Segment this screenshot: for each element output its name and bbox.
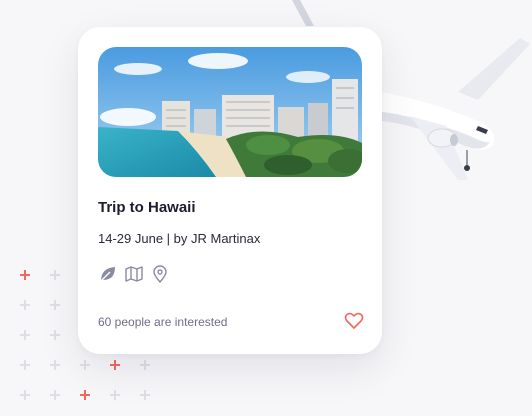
map-icon	[125, 266, 143, 282]
plus-icon	[50, 270, 60, 280]
plus-icon	[140, 390, 150, 400]
trip-card[interactable]: Trip to Hawaii 14-29 June | by JR Martin…	[78, 27, 382, 354]
plus-icon	[50, 390, 60, 400]
plus-icon	[80, 390, 90, 400]
plus-icon	[110, 360, 120, 370]
interested-count: 60 people are interested	[98, 315, 228, 329]
leaf-icon	[100, 267, 115, 282]
plus-icon	[20, 330, 30, 340]
heart-icon[interactable]	[344, 312, 364, 330]
trip-feature-icons	[98, 264, 170, 284]
plus-icon	[20, 300, 30, 310]
plus-icon	[80, 360, 90, 370]
trip-title: Trip to Hawaii	[98, 199, 196, 216]
page-canvas: Trip to Hawaii 14-29 June | by JR Martin…	[0, 0, 532, 416]
plus-icon	[50, 330, 60, 340]
plane-contrail	[292, 0, 314, 26]
airplane-illustration	[370, 38, 530, 180]
location-pin-icon	[153, 265, 167, 284]
plus-icon	[20, 270, 30, 280]
plus-icon	[110, 390, 120, 400]
plus-icon	[20, 390, 30, 400]
plus-icon	[50, 360, 60, 370]
trip-photo	[98, 47, 362, 177]
plus-icon	[140, 360, 150, 370]
plus-icon	[20, 360, 30, 370]
trip-dates-author: 14-29 June | by JR Martinax	[98, 231, 261, 246]
plus-icon	[50, 300, 60, 310]
